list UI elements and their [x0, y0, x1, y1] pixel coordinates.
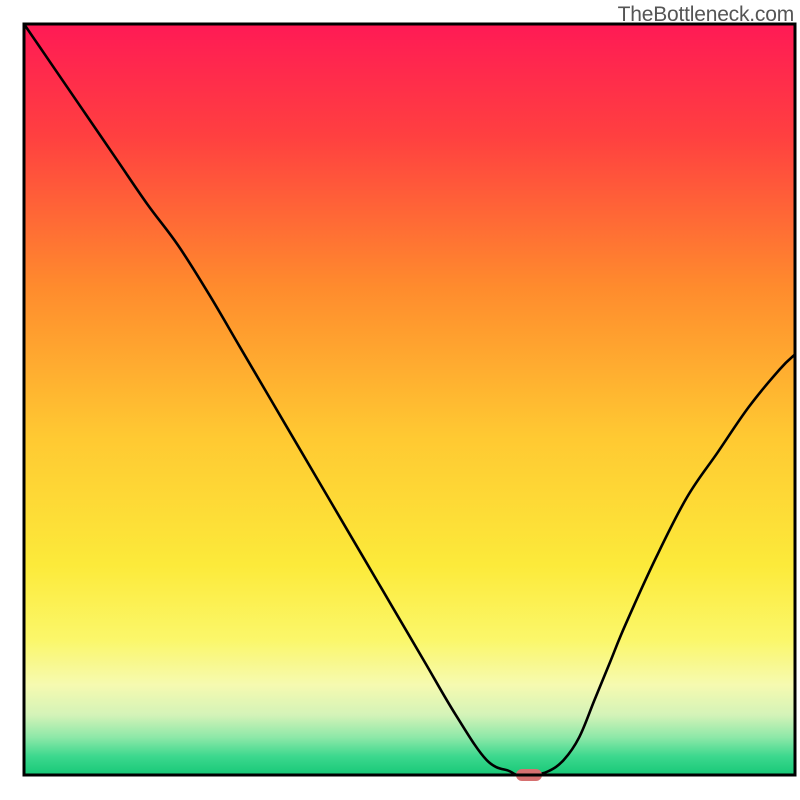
bottleneck-chart: TheBottleneck.com — [0, 0, 800, 800]
chart-svg — [0, 0, 800, 800]
watermark-text: TheBottleneck.com — [618, 3, 794, 27]
